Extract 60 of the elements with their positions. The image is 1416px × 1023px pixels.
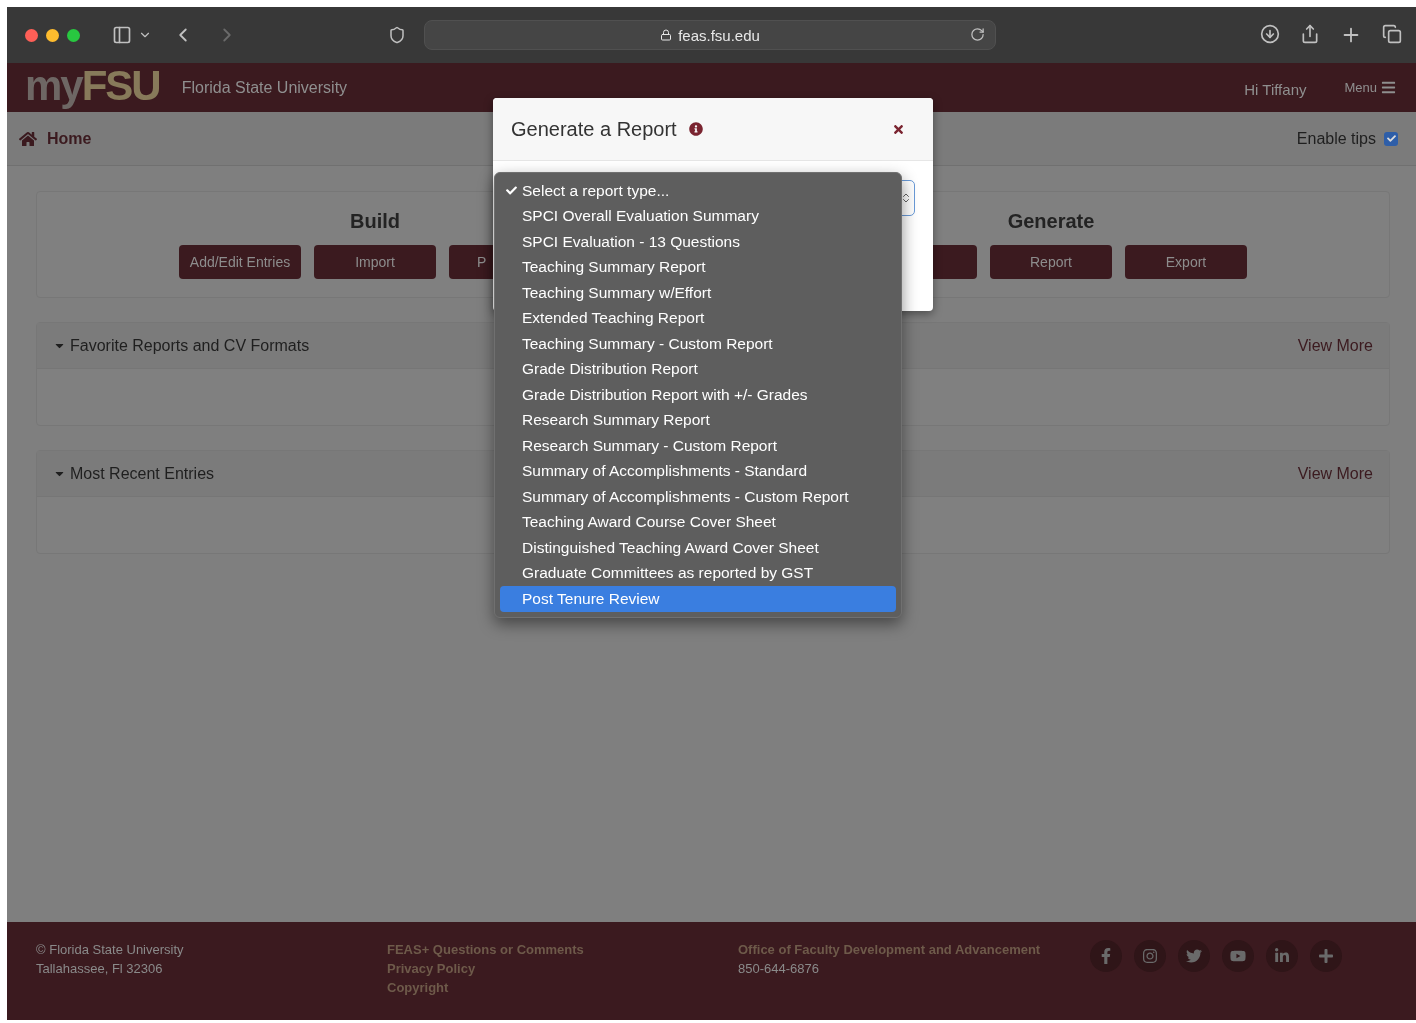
dialog-title: Generate a Report [511,117,677,141]
menu-option[interactable]: SPCI Overall Evaluation Summary [500,203,896,229]
info-icon[interactable] [688,122,703,136]
menu-option[interactable]: Teaching Summary Report [500,254,896,280]
menu-option[interactable]: Post Tenure Review [500,586,896,612]
panel-toggle[interactable]: Favorite Reports and CV Formats [53,336,310,355]
facebook-icon[interactable] [1090,940,1122,972]
maximize-window-icon[interactable] [67,28,80,42]
linkedin-icon[interactable] [1266,940,1298,972]
home-icon [19,129,37,148]
menu-option[interactable]: Summary of Accomplishments - Custom Report [500,484,896,510]
menu-option[interactable]: Grade Distribution Report [500,356,896,382]
share-icon[interactable] [1300,24,1320,46]
section-title: Build [350,210,400,233]
enable-tips-label: Enable tips [1296,129,1376,148]
menu-icon [1381,80,1396,95]
action-button[interactable]: Import [314,245,436,279]
view-more-link[interactable]: View More [1297,464,1373,483]
section-title: Generate [1007,210,1095,233]
twitter-icon[interactable] [1178,940,1210,972]
menu-option[interactable]: Select a report type... [500,178,896,204]
action-button[interactable]: Export [1125,245,1247,279]
office-name: Office of Faculty Development and Advancement [738,941,1042,959]
menu-option[interactable]: Graduate Committees as reported by GST [500,560,896,586]
lock-icon [660,29,673,41]
address-text: © Florida State University [36,941,185,959]
menu-option[interactable]: Teaching Summary - Custom Report [500,331,896,357]
close-window-icon[interactable] [25,28,38,42]
download-icon[interactable] [1260,24,1280,46]
plus-icon[interactable] [1310,940,1342,972]
sidebar-icon[interactable] [112,25,132,45]
site-logo[interactable]: myFSU [25,64,160,107]
minimize-window-icon[interactable] [46,28,59,42]
home-link[interactable]: Home [19,129,92,148]
close-icon [892,122,905,136]
panel-toggle[interactable]: Most Recent Entries [53,464,215,483]
menu-option[interactable]: Grade Distribution Report with +/- Grades [500,382,896,408]
reload-icon[interactable] [970,27,985,42]
action-button[interactable]: Add/Edit Entries [179,245,301,279]
menu-option[interactable]: Summary of Accomplishments - Standard [500,458,896,484]
address-bar[interactable]: feas.fsu.edu [424,20,996,50]
tabs-icon[interactable] [1382,24,1402,46]
menu-option[interactable]: SPCI Evaluation - 13 Questions [500,229,896,255]
phone-number: 850-644-6876 [738,960,820,978]
menu-option[interactable]: Research Summary - Custom Report [500,433,896,459]
menu-option[interactable]: Teaching Summary w/Effort [500,280,896,306]
user-greeting: Hi Tiffany [1244,81,1307,98]
address-text: Tallahassee, Fl 32306 [36,960,164,978]
instagram-icon[interactable] [1134,940,1166,972]
shield-icon[interactable] [388,26,406,44]
menu-option[interactable]: Research Summary Report [500,407,896,433]
action-button[interactable]: Report [990,245,1112,279]
site-name: Florida State University [181,78,348,97]
youtube-icon[interactable] [1222,940,1254,972]
menu-option[interactable]: Distinguished Teaching Award Cover Sheet [500,535,896,561]
view-more-link[interactable]: View More [1297,336,1373,355]
menu-button[interactable]: Menu [1344,80,1396,95]
enable-tips-checkbox[interactable] [1384,131,1398,146]
menu-option[interactable]: Extended Teaching Report [500,305,896,331]
menu-option[interactable]: Teaching Award Course Cover Sheet [500,509,896,535]
